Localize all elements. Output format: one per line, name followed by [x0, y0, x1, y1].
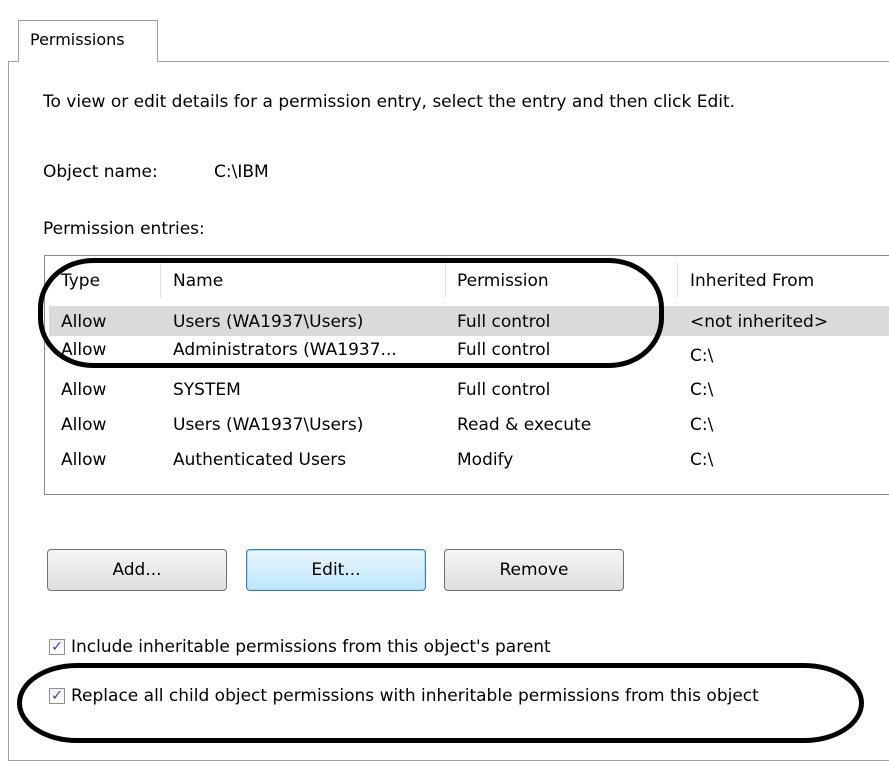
column-separator — [160, 262, 161, 298]
object-name-value: C:\IBM — [214, 162, 269, 182]
replace-child-permissions-label: Replace all child object permissions wit… — [71, 686, 759, 706]
replace-child-permissions-checkbox[interactable]: ✓ — [49, 688, 65, 704]
permission-entries-label: Permission entries: — [43, 219, 205, 239]
cell-inherited-from: C:\ — [690, 380, 714, 400]
cell-name: Administrators (WA1937... — [173, 340, 397, 360]
cell-type: Allow — [61, 312, 107, 332]
include-inheritable-label: Include inheritable permissions from thi… — [71, 637, 551, 657]
cell-inherited-from: C:\ — [690, 346, 714, 366]
cell-inherited-from: C:\ — [690, 450, 714, 470]
column-header-permission[interactable]: Permission — [457, 271, 549, 291]
column-header-inherited-from[interactable]: Inherited From — [690, 271, 814, 291]
cell-name: SYSTEM — [173, 380, 241, 400]
cell-type: Allow — [61, 415, 107, 435]
cell-type: Allow — [61, 340, 107, 360]
object-name-label: Object name: — [43, 162, 158, 182]
tab-permissions[interactable]: Permissions — [18, 20, 158, 62]
cell-permission: Full control — [457, 380, 551, 400]
cell-inherited-from: C:\ — [690, 415, 714, 435]
cell-inherited-from: <not inherited> — [690, 312, 829, 332]
cell-permission: Full control — [457, 312, 551, 332]
cell-permission: Read & execute — [457, 415, 592, 435]
include-inheritable-checkbox[interactable]: ✓ — [49, 639, 65, 655]
column-separator — [445, 262, 446, 298]
cell-permission: Modify — [457, 450, 514, 470]
column-header-type[interactable]: Type — [61, 271, 100, 291]
cell-type: Allow — [61, 380, 107, 400]
include-inheritable-checkbox-row[interactable]: ✓ Include inheritable permissions from t… — [49, 637, 551, 657]
cell-name: Users (WA1937\Users) — [173, 312, 364, 332]
cell-name: Authenticated Users — [173, 450, 347, 470]
replace-child-permissions-checkbox-row[interactable]: ✓ Replace all child object permissions w… — [49, 686, 759, 706]
cell-type: Allow — [61, 450, 107, 470]
remove-button[interactable]: Remove — [444, 549, 624, 591]
tab-label: Permissions — [30, 30, 125, 49]
permission-entries-list[interactable]: Type Name Permission Inherited From Allo… — [44, 255, 889, 495]
cell-name: Users (WA1937\Users) — [173, 415, 364, 435]
instruction-text: To view or edit details for a permission… — [43, 92, 736, 112]
column-header-name[interactable]: Name — [173, 271, 223, 291]
add-button[interactable]: Add... — [47, 549, 227, 591]
column-separator — [677, 262, 678, 298]
edit-button[interactable]: Edit... — [246, 549, 426, 591]
cell-permission: Full control — [457, 340, 551, 360]
